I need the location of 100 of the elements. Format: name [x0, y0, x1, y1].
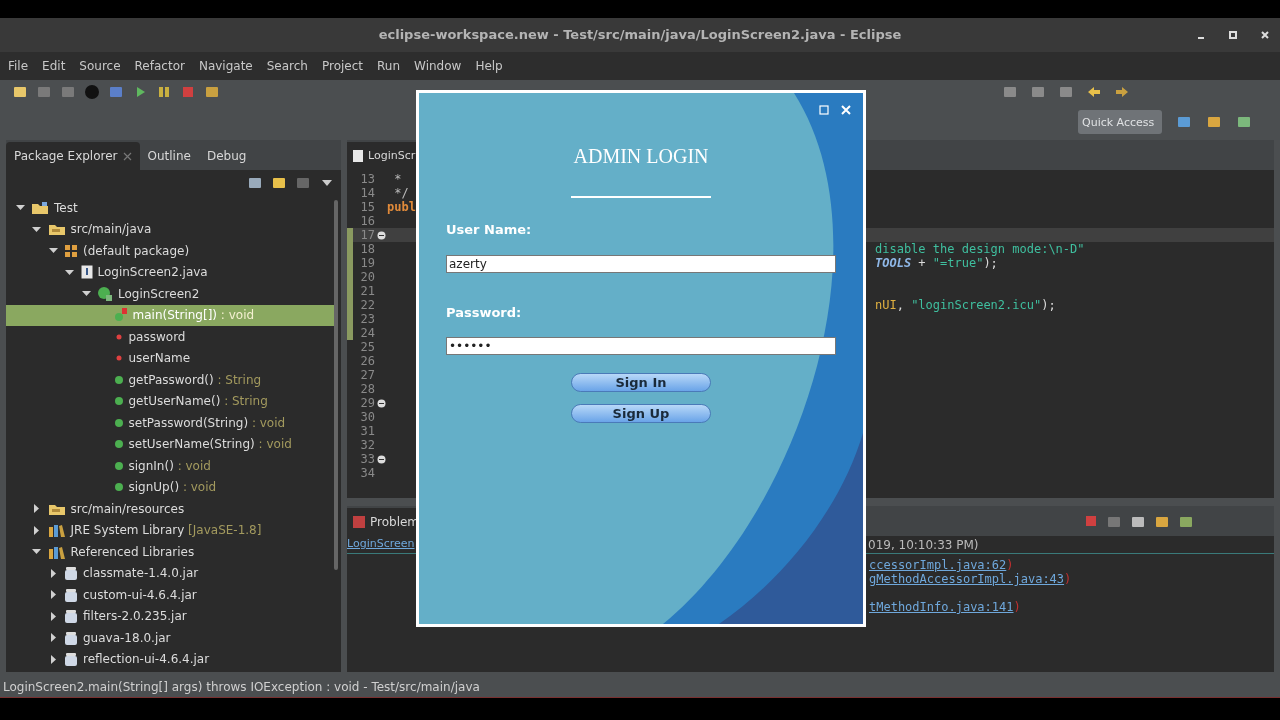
- line-number: 21: [359, 283, 375, 300]
- toolbar-icon[interactable]: [1058, 84, 1074, 100]
- tree-item[interactable]: filters-2.0.235.jar: [6, 605, 334, 627]
- tree-item[interactable]: getUserName() : String: [6, 390, 334, 412]
- tree-item[interactable]: custom-ui-4.6.4.jar: [6, 584, 334, 606]
- menu-item[interactable]: Search: [266, 57, 308, 75]
- tree-label: getPassword() : String: [128, 371, 262, 389]
- collapse-caret-icon[interactable]: [32, 525, 41, 535]
- fold-icon[interactable]: [376, 230, 386, 240]
- input-field[interactable]: ••••••: [446, 337, 836, 355]
- dialog-button[interactable]: Sign In: [571, 373, 711, 392]
- jar-icon: [64, 587, 78, 602]
- console-line: ccessorImpl.java:62): [869, 558, 1014, 572]
- pause-icon[interactable]: [156, 84, 172, 100]
- tree-item[interactable]: userName: [6, 347, 334, 369]
- package-icon: [64, 243, 78, 258]
- tree-label: setPassword(String) : void: [128, 414, 286, 432]
- tree-label: guava-18.0.jar: [83, 629, 171, 647]
- tree-item[interactable]: LoginScreen2: [6, 283, 334, 305]
- tree-label: password: [128, 328, 186, 346]
- tree-item[interactable]: src/main/resources: [6, 498, 334, 520]
- dot-icon: [113, 482, 124, 493]
- tree-label: Test: [54, 199, 78, 217]
- folder-icon: [31, 200, 49, 215]
- tree-item[interactable]: setUserName(String) : void: [6, 433, 334, 455]
- fold-icon[interactable]: [376, 454, 386, 464]
- collapse-caret-icon[interactable]: [48, 568, 58, 578]
- panel-tab[interactable]: Outline: [139, 142, 199, 170]
- expand-caret-icon[interactable]: [32, 547, 41, 557]
- line-number: 33: [359, 451, 375, 468]
- tree-label: getUserName() : String: [128, 393, 268, 411]
- tree-label: signUp() : void: [128, 479, 217, 497]
- tree-item[interactable]: signUp() : void: [6, 476, 334, 498]
- tree-label: src/main/resources: [70, 500, 185, 518]
- tree-item[interactable]: src/main/java: [6, 218, 334, 240]
- jar-icon: [64, 566, 78, 581]
- menu-item[interactable]: Project: [321, 57, 364, 75]
- code-text: nUI, "loginScreen2.icu");: [875, 297, 1056, 314]
- code-text: */: [393, 186, 409, 200]
- tree-item[interactable]: JRE System Library [JavaSE-1.8]: [6, 519, 334, 541]
- code-text: *: [393, 172, 402, 186]
- line-number: 25: [359, 339, 375, 356]
- menu-item[interactable]: Window: [414, 57, 462, 75]
- toolbar-icon[interactable]: [1130, 514, 1146, 530]
- collapse-caret-icon[interactable]: [48, 611, 58, 621]
- line-number: 15: [359, 199, 375, 216]
- tree-item[interactable]: LoginScreen2.java: [6, 261, 334, 283]
- tree-item[interactable]: Test: [6, 197, 334, 219]
- tree-item[interactable]: password: [6, 326, 334, 348]
- fold-icon[interactable]: [376, 398, 386, 408]
- console-link[interactable]: LoginScreen: [347, 536, 415, 553]
- maximize-icon[interactable]: [1228, 30, 1238, 40]
- tree-label: JRE System Library [JavaSE-1.8]: [70, 522, 262, 540]
- quick-access-field[interactable]: Quick Access: [1078, 110, 1162, 134]
- tree-item[interactable]: signIn() : void: [6, 455, 334, 477]
- menu-item[interactable]: Help: [475, 57, 503, 75]
- forward-arrow-icon[interactable]: [1114, 84, 1130, 100]
- tree-item[interactable]: setPassword(String) : void: [6, 412, 334, 434]
- collapse-caret-icon[interactable]: [32, 504, 41, 514]
- line-number: 14: [359, 185, 375, 202]
- dialog-button[interactable]: Sign Up: [571, 404, 711, 423]
- expand-caret-icon[interactable]: [65, 267, 74, 277]
- menu-item[interactable]: File: [8, 57, 29, 75]
- jar-icon: [64, 630, 78, 645]
- code-text: TOOLS + "=true");: [875, 256, 998, 272]
- panel-tab[interactable]: Package Explorer: [6, 142, 140, 170]
- panel-tab[interactable]: Debug: [198, 142, 255, 170]
- code-text: disable the design mode:\n-D": [875, 241, 1085, 257]
- tree-label: custom-ui-4.6.4.jar: [83, 586, 197, 604]
- menu-item[interactable]: Edit: [42, 57, 66, 75]
- collapse-caret-icon[interactable]: [48, 654, 58, 664]
- collapse-caret-icon[interactable]: [48, 590, 58, 600]
- tree-item[interactable]: reflection-ui-4.6.4.jar: [6, 648, 334, 670]
- toolbar-icon[interactable]: [1002, 84, 1018, 100]
- toolbar-icon[interactable]: [1030, 84, 1046, 100]
- tree-item[interactable]: guava-18.0.jar: [6, 627, 334, 649]
- expand-caret-icon[interactable]: [81, 289, 91, 299]
- line-number: 32: [359, 437, 375, 454]
- dot-icon: [113, 417, 124, 428]
- scrollbar[interactable]: [334, 200, 338, 570]
- line-number: 27: [359, 367, 375, 384]
- tree-item[interactable]: classmate-1.4.0.jar: [6, 562, 334, 584]
- menu-item[interactable]: Run: [377, 57, 401, 75]
- toolbar-icon[interactable]: [1154, 514, 1170, 530]
- toolbar-icon[interactable]: [1178, 514, 1194, 530]
- menu-item[interactable]: Refactor: [134, 57, 185, 75]
- console-text: 019, 10:10:33 PM): [868, 536, 979, 554]
- tree-label: src/main/java: [70, 221, 152, 239]
- tree-item[interactable]: getPassword() : String: [6, 369, 334, 391]
- back-arrow-icon[interactable]: [1086, 84, 1102, 100]
- expand-caret-icon[interactable]: [32, 224, 41, 234]
- tree-item[interactable]: Referenced Libraries: [6, 541, 334, 563]
- tree-label: reflection-ui-4.6.4.jar: [83, 651, 210, 669]
- expand-caret-icon[interactable]: [48, 246, 58, 256]
- dot-icon: [113, 439, 124, 450]
- tree-item[interactable]: (default package): [6, 240, 334, 262]
- menu-item[interactable]: Source: [79, 57, 121, 75]
- collapse-caret-icon[interactable]: [48, 633, 58, 643]
- menu-item[interactable]: Navigate: [198, 57, 253, 75]
- expand-caret-icon[interactable]: [15, 203, 25, 213]
